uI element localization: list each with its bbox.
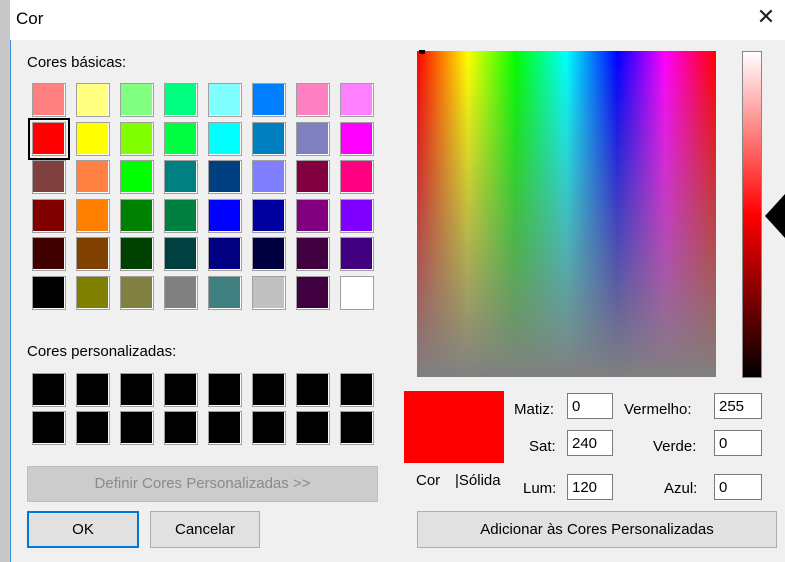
basic-color-swatch[interactable]	[252, 83, 286, 117]
basic-color-swatch[interactable]	[32, 198, 66, 233]
sat-field[interactable]	[567, 430, 613, 456]
basic-color-swatch[interactable]	[340, 275, 374, 310]
basic-color-swatch[interactable]	[208, 83, 242, 117]
custom-color-swatch[interactable]	[76, 373, 110, 407]
custom-colors-label: Cores personalizadas:	[27, 343, 177, 360]
window-title: Cor	[16, 9, 44, 28]
custom-color-swatch[interactable]	[296, 411, 330, 445]
basic-color-swatch[interactable]	[252, 121, 286, 156]
background-strip	[0, 0, 10, 562]
matiz-label: Matiz:	[514, 401, 555, 418]
basic-color-swatch[interactable]	[120, 198, 154, 233]
custom-color-swatch[interactable]	[208, 411, 242, 445]
slider-arrow-icon[interactable]	[765, 194, 785, 238]
custom-color-swatch[interactable]	[252, 411, 286, 445]
basic-color-swatch[interactable]	[340, 198, 374, 233]
custom-color-swatch[interactable]	[252, 373, 286, 407]
basic-color-swatch[interactable]	[208, 275, 242, 310]
basic-color-swatch[interactable]	[164, 237, 198, 271]
azul-label: Azul:	[664, 480, 698, 497]
define-custom-colors-button[interactable]: Definir Cores Personalizadas >>	[27, 466, 378, 502]
basic-color-swatch[interactable]	[164, 121, 198, 156]
basic-color-swatch[interactable]	[296, 83, 330, 117]
basic-color-swatch[interactable]	[164, 160, 198, 194]
basic-color-swatch[interactable]	[164, 83, 198, 117]
title-bar: Cor ✕	[10, 0, 785, 40]
basic-color-swatch[interactable]	[208, 198, 242, 233]
vermelho-field[interactable]	[714, 393, 762, 419]
basic-color-swatch[interactable]	[32, 160, 66, 194]
basic-color-swatch[interactable]	[340, 121, 374, 156]
close-icon[interactable]: ✕	[753, 4, 779, 30]
basic-color-swatch[interactable]	[120, 275, 154, 310]
basic-color-swatch[interactable]	[340, 160, 374, 194]
basic-color-swatch[interactable]	[28, 117, 70, 160]
basic-color-swatch[interactable]	[120, 121, 154, 156]
basic-color-swatch[interactable]	[76, 121, 110, 156]
basic-color-swatch[interactable]	[76, 83, 110, 117]
basic-color-swatch[interactable]	[76, 237, 110, 271]
basic-color-swatch[interactable]	[208, 160, 242, 194]
custom-color-swatch[interactable]	[32, 373, 66, 407]
basic-color-swatch[interactable]	[208, 121, 242, 156]
custom-color-swatch[interactable]	[208, 373, 242, 407]
basic-color-swatch[interactable]	[208, 237, 242, 271]
sat-label: Sat:	[529, 438, 556, 455]
basic-color-swatch[interactable]	[296, 237, 330, 271]
custom-color-swatch[interactable]	[340, 373, 374, 407]
ok-button[interactable]: OK	[27, 511, 139, 548]
basic-color-swatch[interactable]	[340, 83, 374, 117]
basic-color-swatch[interactable]	[164, 275, 198, 310]
custom-color-swatch[interactable]	[340, 411, 374, 445]
basic-color-swatch[interactable]	[76, 198, 110, 233]
basic-color-swatch[interactable]	[252, 160, 286, 194]
basic-color-swatch[interactable]	[252, 275, 286, 310]
custom-color-swatch[interactable]	[76, 411, 110, 445]
preview-label-cor: Cor	[416, 472, 441, 489]
basic-color-swatch[interactable]	[120, 237, 154, 271]
custom-color-swatch[interactable]	[120, 373, 154, 407]
basic-color-swatch[interactable]	[32, 83, 66, 117]
custom-color-swatch[interactable]	[164, 373, 198, 407]
verde-field[interactable]	[714, 430, 762, 456]
preview-label-solida: |Sólida	[455, 472, 501, 489]
add-custom-colors-button[interactable]: Adicionar às Cores Personalizadas	[417, 511, 777, 548]
basic-color-swatch[interactable]	[120, 83, 154, 117]
basic-color-swatch[interactable]	[340, 237, 374, 271]
matiz-field[interactable]	[567, 393, 613, 419]
crosshair-icon	[419, 50, 425, 54]
basic-color-swatch[interactable]	[32, 275, 66, 310]
custom-color-swatch[interactable]	[164, 411, 198, 445]
custom-color-swatch[interactable]	[120, 411, 154, 445]
lum-label: Lum:	[523, 480, 557, 497]
lum-field[interactable]	[567, 474, 613, 500]
basic-colors-label: Cores básicas:	[27, 54, 127, 71]
azul-field[interactable]	[714, 474, 762, 500]
basic-color-swatch[interactable]	[296, 160, 330, 194]
basic-color-swatch[interactable]	[252, 198, 286, 233]
basic-color-swatch[interactable]	[76, 160, 110, 194]
basic-color-swatch[interactable]	[32, 237, 66, 271]
basic-color-swatch[interactable]	[164, 198, 198, 233]
vermelho-label: Vermelho:	[624, 401, 692, 418]
basic-color-swatch[interactable]	[296, 198, 330, 233]
verde-label: Verde:	[653, 438, 697, 455]
basic-color-swatch[interactable]	[120, 160, 154, 194]
basic-color-swatch[interactable]	[296, 275, 330, 310]
cancel-button[interactable]: Cancelar	[150, 511, 260, 548]
color-preview	[404, 391, 504, 463]
custom-color-swatch[interactable]	[296, 373, 330, 407]
basic-color-swatch[interactable]	[252, 237, 286, 271]
custom-color-swatch[interactable]	[32, 411, 66, 445]
color-spectrum[interactable]	[417, 51, 716, 377]
basic-color-swatch[interactable]	[296, 121, 330, 156]
luminance-slider[interactable]	[742, 51, 762, 378]
basic-color-swatch[interactable]	[76, 275, 110, 310]
